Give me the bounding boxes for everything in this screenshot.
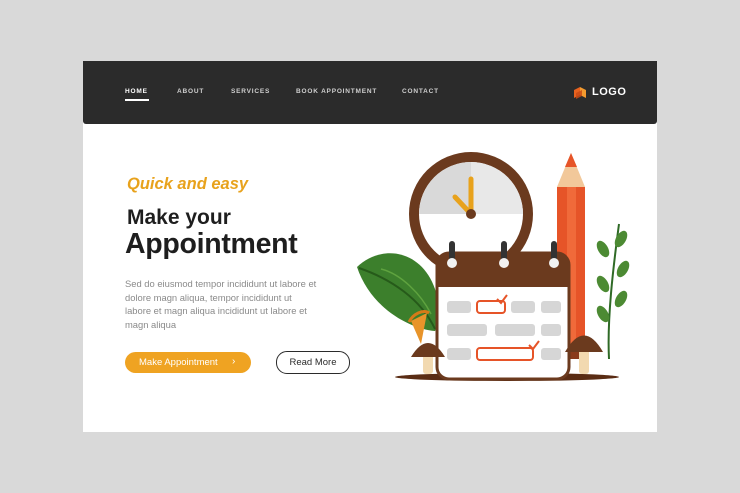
body-line: Sed do eiusmod tempor incididunt ut labo…	[125, 278, 317, 289]
chevron-right-icon: ›	[232, 356, 236, 367]
appointment-illustration	[357, 152, 630, 381]
nav-contact[interactable]: CONTACT	[402, 88, 439, 95]
body-text: Sed do eiusmod tempor incididunt ut labo…	[125, 277, 350, 331]
leaf-icon	[357, 253, 439, 331]
nav-about[interactable]: ABOUT	[177, 88, 204, 95]
headline-line-1: Make your	[127, 206, 231, 229]
calendar-icon	[435, 241, 571, 381]
logo-icon[interactable]	[572, 85, 588, 101]
read-more-button[interactable]: Read More	[276, 351, 350, 374]
nav-services[interactable]: SERVICES	[231, 88, 270, 95]
navbar: HOME ABOUT SERVICES BOOK APPOINTMENT CON…	[83, 61, 657, 124]
body-line: magn aliqua	[125, 318, 177, 330]
make-appointment-button[interactable]: Make Appointment ›	[125, 352, 251, 373]
sprig-icon	[596, 223, 630, 360]
headline-line-2: Appointment	[125, 228, 298, 260]
nav-home[interactable]: HOME	[125, 88, 148, 95]
body-line: labore et magn aliqua incididunt ut labo…	[125, 305, 307, 316]
make-appointment-label: Make Appointment	[139, 357, 218, 368]
logo-text[interactable]: LOGO	[592, 86, 626, 98]
nav-book-appointment[interactable]: BOOK APPOINTMENT	[296, 88, 377, 95]
nav-active-underline	[125, 99, 149, 101]
read-more-label: Read More	[289, 357, 337, 368]
tagline: Quick and easy	[127, 175, 249, 193]
landing-page: HOME ABOUT SERVICES BOOK APPOINTMENT CON…	[83, 61, 657, 432]
body-line: dolore magn aliqua, tempor incididunt ut	[125, 291, 292, 303]
